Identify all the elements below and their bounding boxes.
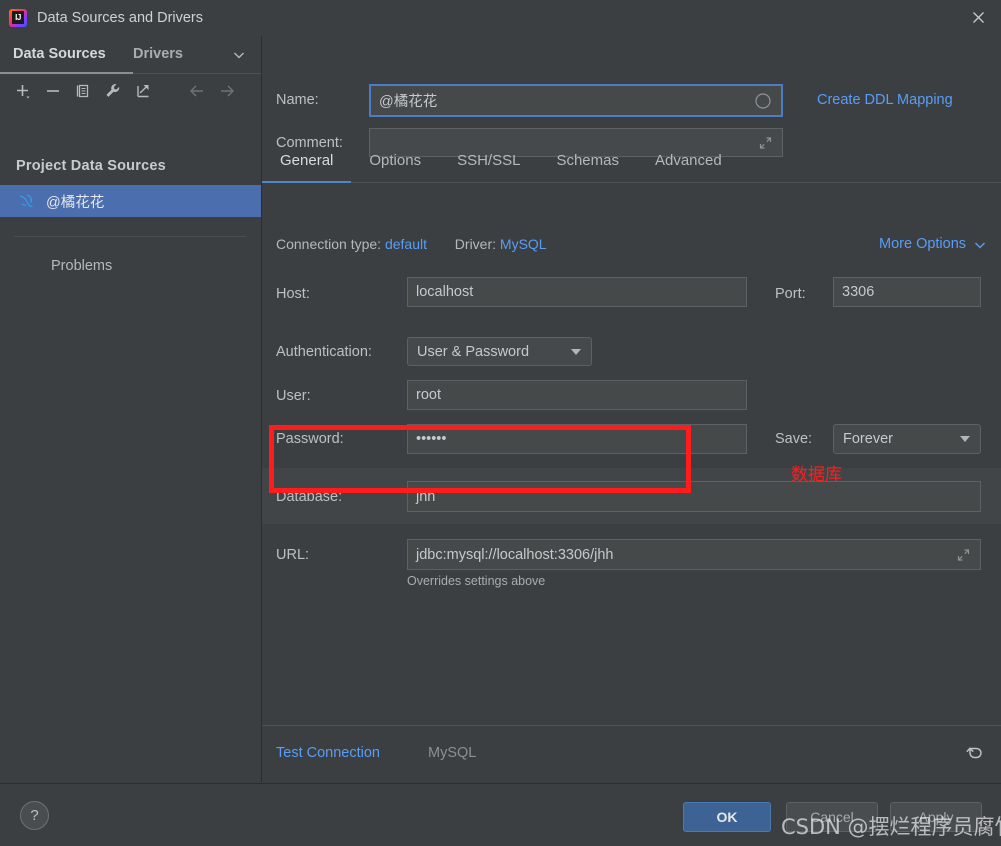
sidebar-tabs: Data Sources Drivers <box>0 36 261 74</box>
user-label: User: <box>276 388 311 404</box>
tab-schemas[interactable]: Schemas <box>538 140 637 182</box>
name-input-value: @橘花花 <box>379 94 438 110</box>
tab-options[interactable]: Options <box>351 140 439 182</box>
sidebar-item-data-source[interactable]: @橘花花 <box>0 185 261 217</box>
sidebar-toolbar <box>0 73 261 109</box>
expand-icon[interactable] <box>956 547 971 562</box>
cancel-button[interactable]: Cancel <box>786 802 878 832</box>
name-label: Name: <box>276 92 319 108</box>
port-label: Port: <box>775 286 806 302</box>
create-ddl-mapping-link[interactable]: Create DDL Mapping <box>817 92 953 108</box>
navigate-forward-button[interactable] <box>212 77 242 105</box>
database-annotation-text: 数据库 <box>791 465 842 485</box>
port-input[interactable]: 3306 <box>833 277 981 307</box>
sidebar-tab-data-sources[interactable]: Data Sources <box>13 36 133 73</box>
close-icon[interactable] <box>955 0 1001 35</box>
chevron-down-icon <box>960 436 970 442</box>
database-input-value: jhh <box>416 488 436 505</box>
database-label: Database: <box>276 489 343 505</box>
chevron-down-icon[interactable] <box>972 237 988 253</box>
more-options-link[interactable]: More Options <box>879 236 966 252</box>
host-input-value: localhost <box>416 284 474 300</box>
add-data-source-button[interactable] <box>8 77 38 105</box>
chevron-down-icon[interactable] <box>231 47 247 63</box>
intellij-idea-icon <box>9 9 27 27</box>
sidebar-section-title: Project Data Sources <box>16 158 166 174</box>
connection-meta-line: Connection type: default Driver: MySQL <box>276 236 547 252</box>
database-input[interactable]: jhh <box>407 481 981 512</box>
export-arrow-icon[interactable] <box>128 77 158 105</box>
sidebar-item-problems[interactable]: Problems <box>51 258 112 274</box>
save-label: Save: <box>775 431 813 447</box>
tab-advanced[interactable]: Advanced <box>637 140 740 182</box>
undo-arrow-icon[interactable] <box>959 738 989 768</box>
sidebar-tab-drivers[interactable]: Drivers <box>133 36 205 73</box>
apply-button[interactable]: Apply <box>890 802 982 832</box>
password-input[interactable]: •••••• <box>407 424 747 454</box>
authentication-select[interactable]: User & Password <box>407 337 592 366</box>
authentication-label: Authentication: <box>276 344 372 360</box>
ok-button[interactable]: OK <box>683 802 771 832</box>
navigate-back-button[interactable] <box>182 77 212 105</box>
url-input[interactable]: jdbc:mysql://localhost:3306/jhh <box>407 539 981 570</box>
wrench-icon[interactable] <box>98 77 128 105</box>
port-input-value: 3306 <box>842 284 875 300</box>
user-input[interactable]: root <box>407 380 747 410</box>
circle-icon[interactable] <box>754 92 772 110</box>
driver-label: Driver: <box>454 236 497 252</box>
url-hint: Overrides settings above <box>407 574 546 588</box>
host-input[interactable]: localhost <box>407 277 747 307</box>
window-title: Data Sources and Drivers <box>37 10 204 26</box>
data-source-editor: Name: @橘花花 Create DDL Mapping Comment: G… <box>262 36 1001 782</box>
user-input-value: root <box>416 387 441 403</box>
connection-type-value[interactable]: default <box>385 236 427 252</box>
driver-value[interactable]: MySQL <box>500 236 547 252</box>
save-select-value: Forever <box>843 431 893 447</box>
name-input[interactable]: @橘花花 <box>369 84 783 117</box>
data-sources-and-drivers-dialog: Data Sources and Drivers Data Sources Dr… <box>0 0 1001 846</box>
password-input-value: •••••• <box>416 431 447 447</box>
tab-general[interactable]: General <box>262 140 352 183</box>
tab-ssh-ssl[interactable]: SSH/SSL <box>439 140 538 182</box>
mysql-dolphin-icon <box>18 192 36 210</box>
chevron-down-icon <box>571 348 581 355</box>
sidebar-divider <box>14 236 246 237</box>
help-button[interactable]: ? <box>20 801 49 830</box>
footer-driver-name: MySQL <box>428 745 477 761</box>
url-label: URL: <box>276 547 310 563</box>
password-label: Password: <box>276 431 344 447</box>
remove-data-source-button[interactable] <box>38 77 68 105</box>
connection-type-label: Connection type: <box>276 236 382 252</box>
authentication-select-value: User & Password <box>417 343 530 360</box>
editor-tabs: General Options SSH/SSL Schemas Advanced <box>262 140 1001 183</box>
save-select[interactable]: Forever <box>833 424 981 454</box>
editor-footer: Test Connection MySQL <box>262 725 1001 782</box>
title-bar: Data Sources and Drivers <box>0 0 1001 37</box>
host-label: Host: <box>276 286 310 302</box>
url-input-value: jdbc:mysql://localhost:3306/jhh <box>416 546 614 563</box>
duplicate-data-source-button[interactable] <box>68 77 98 105</box>
test-connection-link[interactable]: Test Connection <box>276 745 380 761</box>
sidebar-item-label: @橘花花 <box>46 194 105 211</box>
sidebar: Data Sources Drivers Project Data Source… <box>0 36 262 782</box>
